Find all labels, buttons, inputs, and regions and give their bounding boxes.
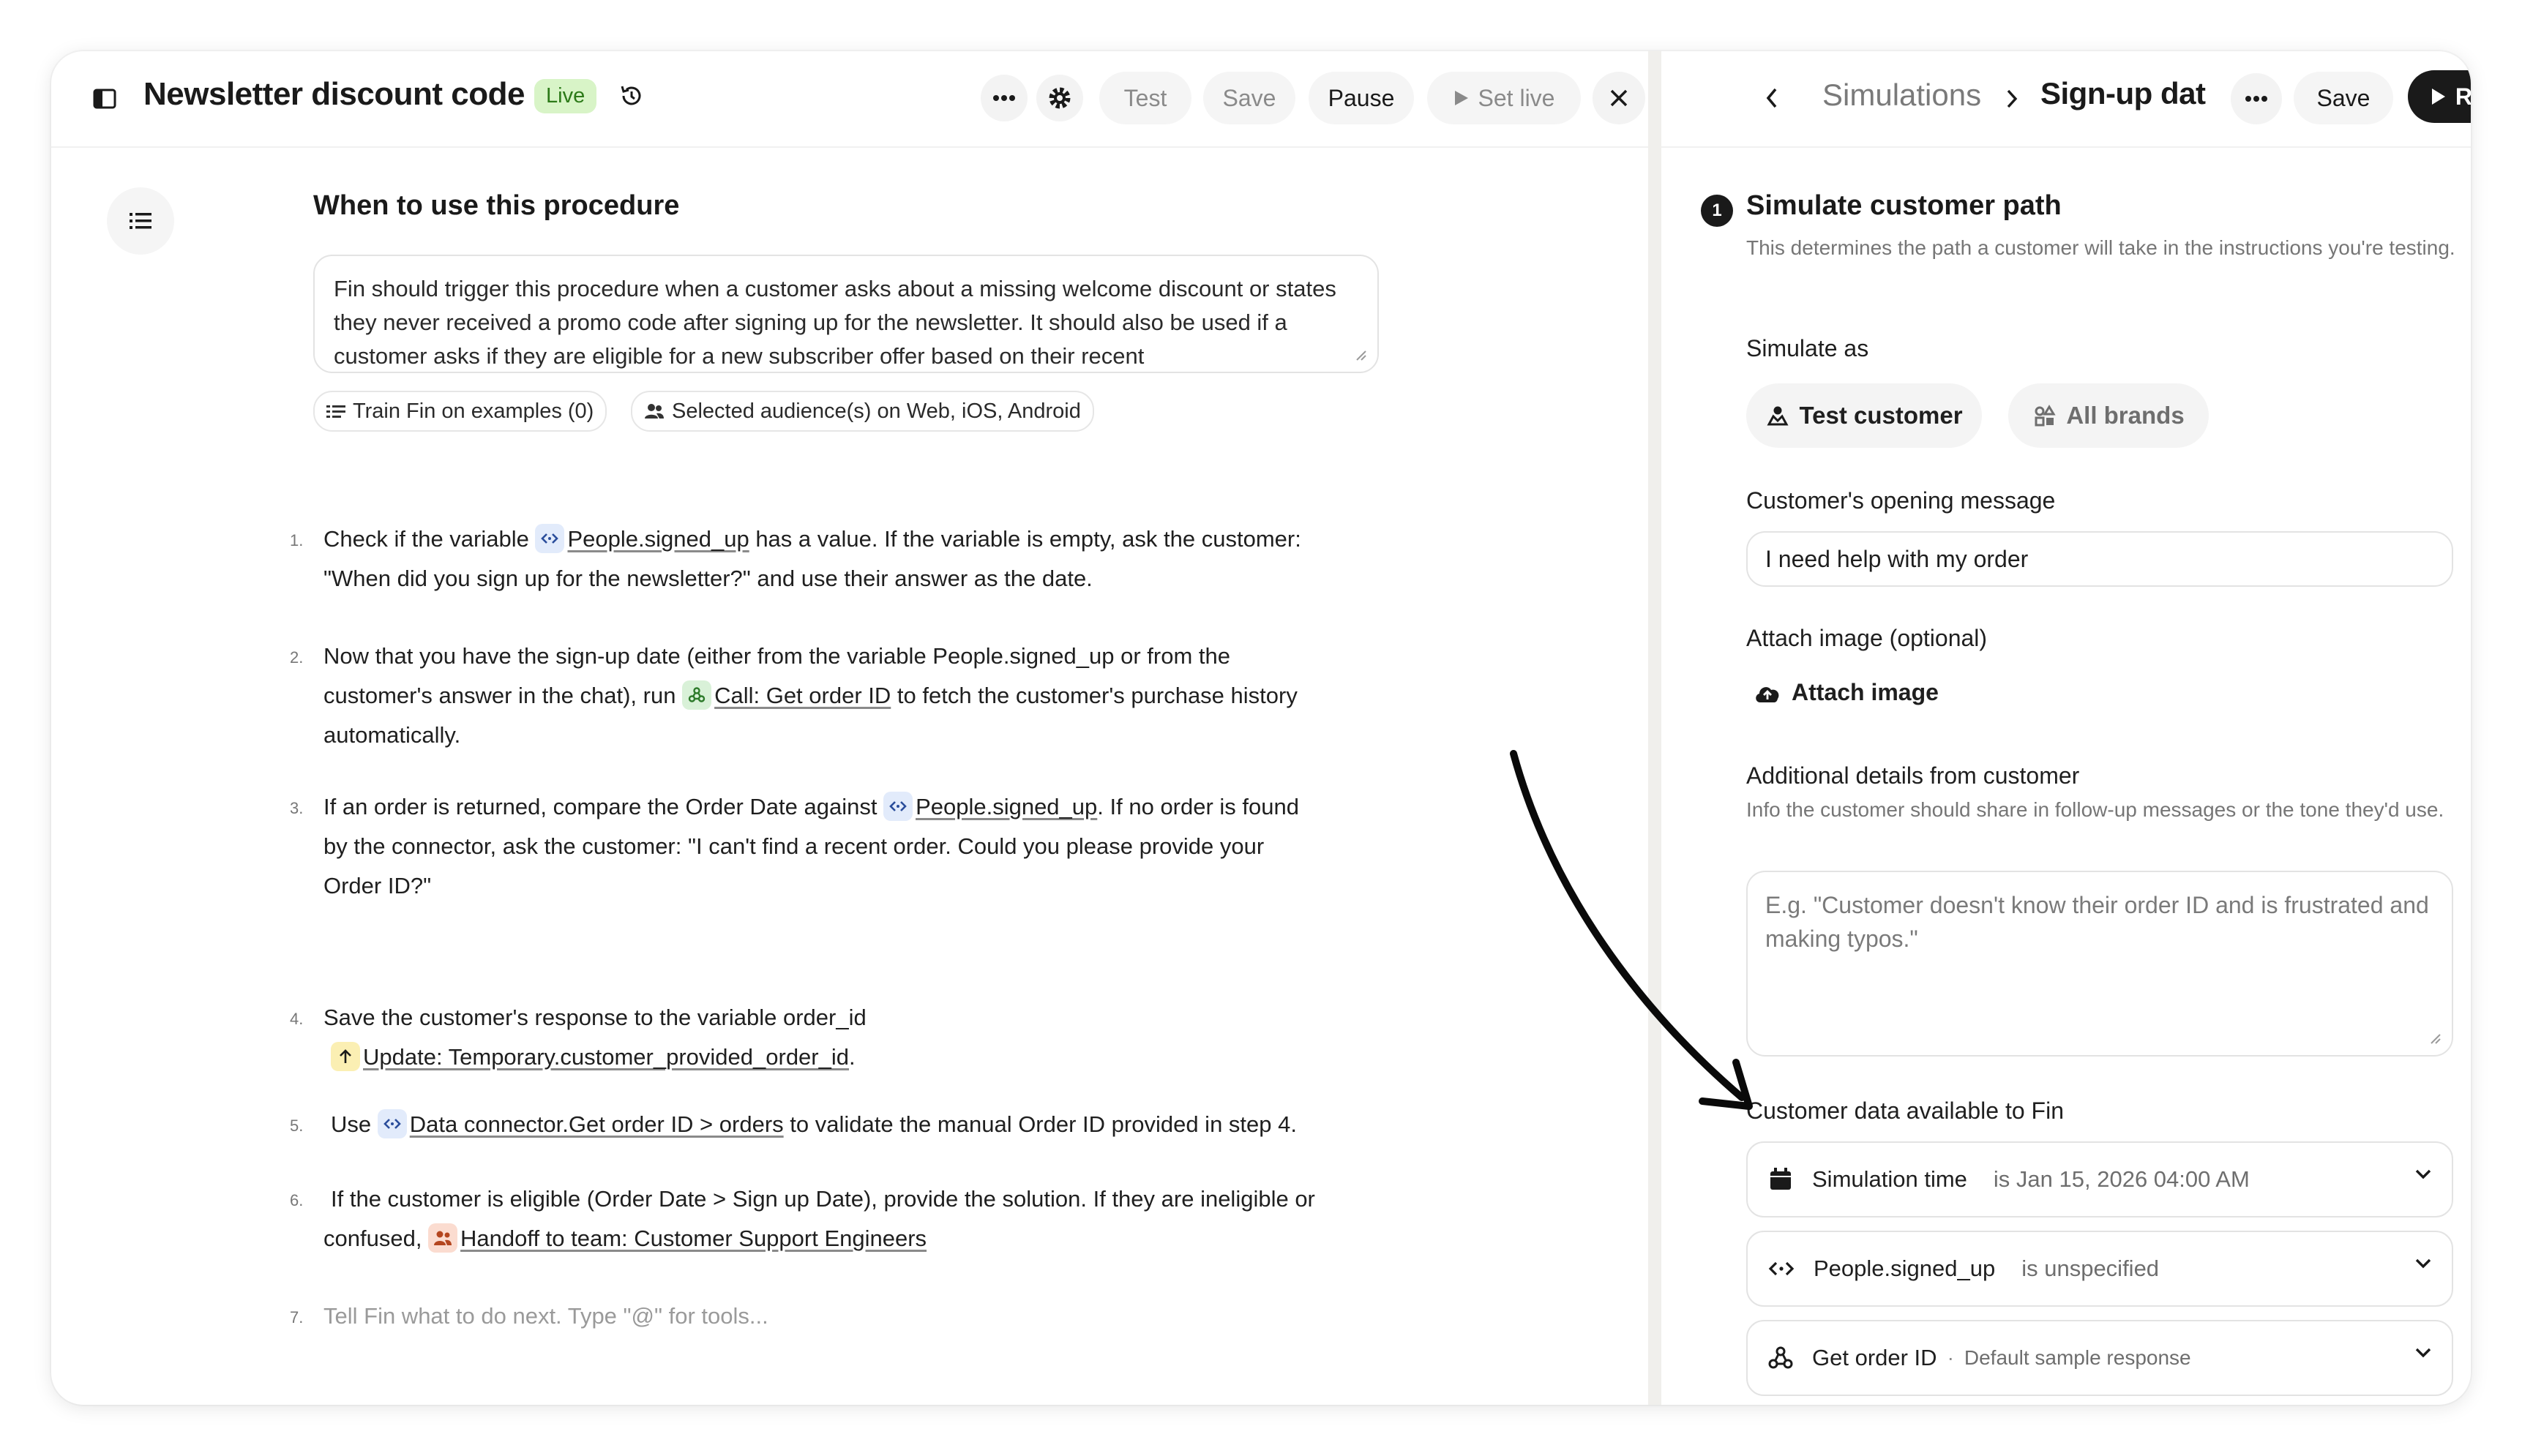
annotation-arrow (1510, 750, 1753, 1110)
annotation-arrow-line (1510, 750, 1745, 1101)
